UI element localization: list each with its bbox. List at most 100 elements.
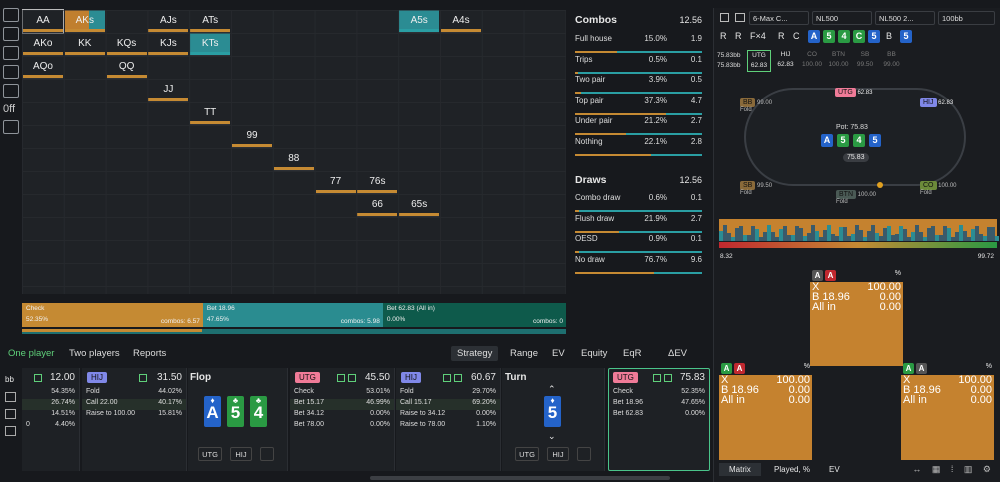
hand-cell-65s[interactable]: 65s xyxy=(399,194,440,217)
action-row[interactable]: 14.51% xyxy=(22,410,79,421)
position-btn[interactable]: BTN 100.00 xyxy=(827,50,851,70)
zero-off-icon[interactable]: 0ff xyxy=(3,103,20,115)
combo-row[interactable]: Top pair 37.3% 4.7 xyxy=(575,96,702,116)
history-action[interactable]: F×4 xyxy=(750,31,766,41)
history-action[interactable]: C xyxy=(793,31,800,41)
chat-icon[interactable] xyxy=(3,65,19,79)
save-icon[interactable] xyxy=(720,13,729,22)
tab-ev[interactable]: EV xyxy=(829,465,840,474)
tab-eqr[interactable]: EqR xyxy=(623,348,641,359)
cards-icon[interactable] xyxy=(3,46,19,60)
action-row[interactable]: Raise to 100.00 15.81% xyxy=(82,410,186,421)
hand-cell-jj[interactable]: JJ xyxy=(148,79,189,102)
combo-row[interactable]: Full house 15.0% 1.9 xyxy=(575,34,702,54)
tab-ev[interactable]: EV xyxy=(552,348,565,359)
hand-frequency-box[interactable]: A A% X 100.00 B 18.96 0.00 All in 0.00 xyxy=(719,363,812,460)
combo-row[interactable]: No draw 76.7% 9.6 xyxy=(575,255,702,275)
action-segment-1[interactable]: Bet 18.96 47.65% combos: 5.98 xyxy=(202,303,383,327)
node-card-hij-preflop[interactable]: HIJ 31.50 Fold 44.02% Call 22.00 40.17% Rais… xyxy=(82,368,187,471)
hand-cell-qq[interactable]: QQ xyxy=(106,56,147,79)
hide-icon[interactable] xyxy=(5,392,16,402)
note-icon[interactable] xyxy=(5,409,16,419)
combo-row[interactable]: Under pair 21.2% 2.7 xyxy=(575,116,702,136)
history-action[interactable]: R xyxy=(720,31,727,41)
seat-sb[interactable]: SB 99.50 Fold xyxy=(740,181,772,196)
action-row[interactable]: 0 4.40% xyxy=(22,421,79,432)
action-row[interactable]: 26.74% xyxy=(22,399,79,410)
hand-cell-99[interactable]: 99 xyxy=(232,125,272,148)
hand-cell-77[interactable]: 77 xyxy=(315,171,356,194)
node-card-utg-flop[interactable]: UTG 45.50 Check 53.01% Bet 15.17 46.99% Bet … xyxy=(290,368,395,471)
combo-row[interactable]: Trips 0.5% 0.1 xyxy=(575,55,702,75)
action-segment-0[interactable]: Check 52.35% combos: 6.57 xyxy=(22,303,203,327)
hand-cell-88[interactable]: 88 xyxy=(273,148,314,171)
action-row[interactable]: Bet 18.96 47.65% xyxy=(609,399,709,410)
toolbar-icons[interactable]: ↔ ▦ ⁞ ▥ ⚙ xyxy=(912,464,995,475)
action-row[interactable]: Check 53.01% xyxy=(290,388,394,399)
hand-cell-ats[interactable]: ATs xyxy=(190,10,231,33)
position-bb[interactable]: BB 99.00 xyxy=(880,50,904,70)
action-row[interactable]: Bet 34.12 0.00% xyxy=(290,410,394,421)
stack-dropdown[interactable]: 100bb xyxy=(938,11,995,25)
chevron-up-icon[interactable]: ⌃ xyxy=(548,384,556,395)
chevron-down-icon[interactable]: ⌄ xyxy=(548,431,556,442)
hand-cell-ajs[interactable]: AJs xyxy=(148,10,189,33)
position-utg[interactable]: UTG 62.83 xyxy=(747,50,771,72)
tab-strategy[interactable]: Strategy xyxy=(451,346,499,361)
cards-stack-icon[interactable] xyxy=(5,426,16,436)
action-row[interactable]: Fold 29.70% xyxy=(396,388,500,399)
tab-equity[interactable]: Equity xyxy=(581,348,607,359)
message-icon[interactable] xyxy=(3,120,19,134)
position-co[interactable]: CO 100.00 xyxy=(800,50,824,70)
seat-btn[interactable]: BTN 100.00 Fold xyxy=(836,190,876,205)
utg-button[interactable]: UTG xyxy=(198,447,222,461)
position-hij[interactable]: HIJ 62.83 xyxy=(774,50,798,70)
layout-icon[interactable] xyxy=(3,84,19,98)
position-sb[interactable]: SB 99.50 xyxy=(853,50,877,70)
hand-cell-kts[interactable]: KTs xyxy=(190,33,231,56)
hij-button[interactable]: HIJ xyxy=(230,447,252,461)
book-icon[interactable] xyxy=(735,13,745,22)
game-type-dropdown[interactable]: 6-Max C... xyxy=(749,11,809,25)
download-icon[interactable] xyxy=(577,447,591,461)
hand-cell-76s[interactable]: 76s xyxy=(357,171,398,194)
seat-hij[interactable]: HIJ 62.83 xyxy=(920,98,953,107)
stakes-dropdown[interactable]: NL500 xyxy=(812,11,872,25)
combo-row[interactable]: Two pair 3.9% 0.5 xyxy=(575,75,702,95)
action-row[interactable]: Bet 78.00 0.00% xyxy=(290,421,394,432)
tab-played[interactable]: Played, % xyxy=(774,465,810,474)
action-row[interactable]: Bet 62.83 0.00% xyxy=(609,410,709,421)
hand-cell-aa[interactable]: AA xyxy=(22,9,64,34)
combo-row[interactable]: OESD 0.9% 0.1 xyxy=(575,234,702,254)
action-row[interactable]: Bet 15.17 46.99% xyxy=(290,399,394,410)
history-action[interactable]: R xyxy=(735,31,742,41)
action-row[interactable]: Raise to 34.12 0.00% xyxy=(396,410,500,421)
hand-cell-kqs[interactable]: KQs xyxy=(106,33,147,56)
action-row[interactable]: Check 52.35% xyxy=(609,388,709,399)
utg-button[interactable]: UTG xyxy=(515,447,539,461)
seat-utg[interactable]: UTG 62.83 xyxy=(835,88,872,97)
combo-row[interactable]: Flush draw 21.9% 2.7 xyxy=(575,214,702,234)
tab-two-players[interactable]: Two players xyxy=(69,348,120,359)
action-row[interactable]: Call 22.00 40.17% xyxy=(82,399,186,410)
tab-reports[interactable]: Reports xyxy=(133,348,166,359)
hand-cell-aqo[interactable]: AQo xyxy=(23,56,63,79)
node-card-utg-turn[interactable]: UTG 75.83 Check 52.35% Bet 18.96 47.65% Bet … xyxy=(608,368,710,471)
action-row[interactable]: Fold 44.02% xyxy=(82,388,186,399)
history-action[interactable]: R xyxy=(778,31,785,41)
download-icon[interactable] xyxy=(260,447,274,461)
node-card-hij-flop[interactable]: HIJ 60.67 Fold 29.70% Call 15.17 69.20% Rais… xyxy=(396,368,501,471)
solution-dropdown[interactable]: NL500 2... xyxy=(875,11,935,25)
seat-bb[interactable]: BB 99.00 Fold xyxy=(740,98,772,113)
action-segment-2[interactable]: Bet 62.83 (All in) 0.00% combos: 0 xyxy=(382,303,566,327)
hand-cell-ako[interactable]: AKo xyxy=(23,33,63,56)
bb-toggle[interactable]: bb xyxy=(5,375,22,384)
hand-cell-a5s[interactable]: A5s xyxy=(399,10,440,33)
tab-one-player[interactable]: One player xyxy=(8,348,54,359)
hand-frequency-box[interactable]: A A% X 100.00 B 18.96 0.00 All in 0.00 xyxy=(810,270,903,366)
action-row[interactable]: Call 15.17 69.20% xyxy=(396,399,500,410)
grid-icon[interactable] xyxy=(3,8,19,22)
hand-cell-66[interactable]: 66 xyxy=(357,194,398,217)
hand-frequency-box[interactable]: A A% X 100.00 B 18.96 0.00 All in 0.00 xyxy=(901,363,994,460)
seat-co[interactable]: CO 100.00 Fold xyxy=(920,181,957,196)
